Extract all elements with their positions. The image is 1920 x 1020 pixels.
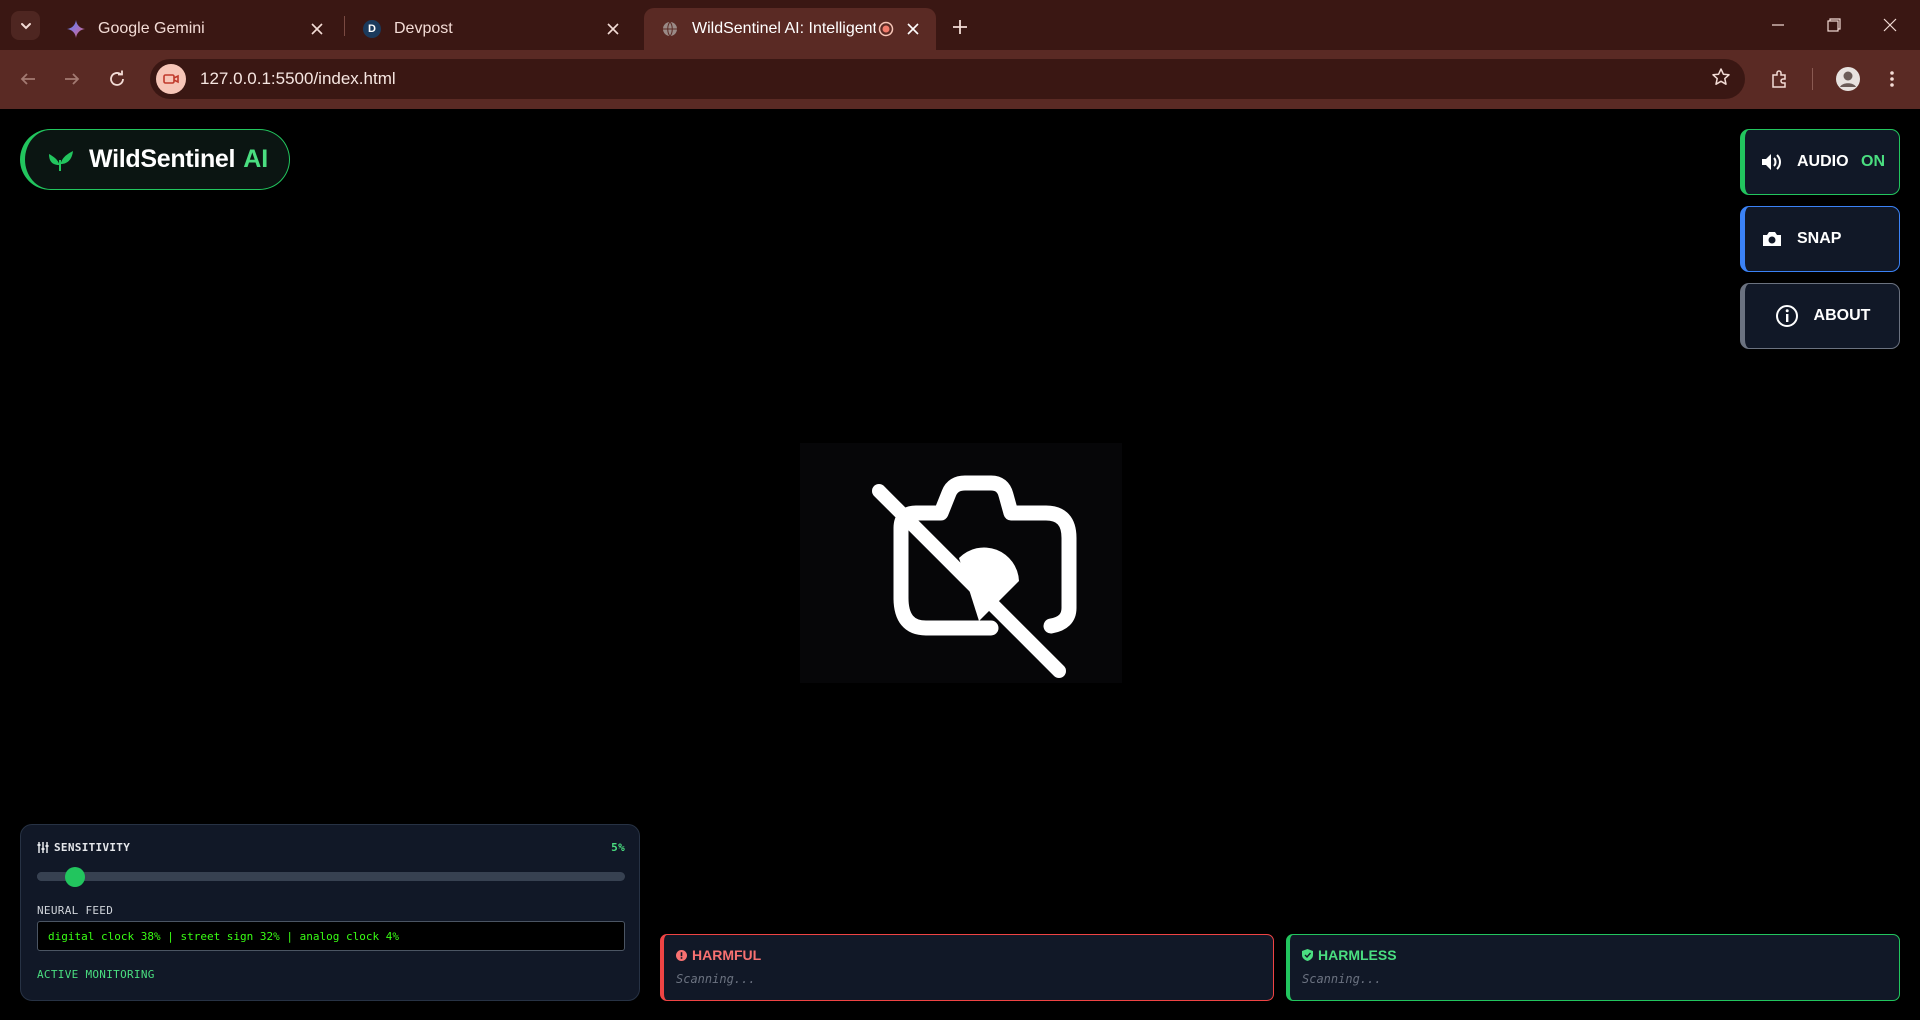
address-bar[interactable]: 127.0.0.1:5500/index.html xyxy=(150,59,1745,99)
harmful-header: HARMFUL xyxy=(676,947,761,963)
sensitivity-slider[interactable] xyxy=(37,867,625,887)
forward-button[interactable] xyxy=(56,63,88,95)
new-tab-button[interactable] xyxy=(946,13,974,41)
tab-google-gemini[interactable]: Google Gemini xyxy=(50,8,340,50)
speaker-icon xyxy=(1759,152,1785,172)
plus-icon xyxy=(953,20,967,34)
sensitivity-label: SENSITIVITY xyxy=(54,841,131,854)
bookmark-star-icon[interactable] xyxy=(1711,67,1731,92)
sensitivity-slider-fill xyxy=(37,872,67,881)
toolbar-divider xyxy=(1812,68,1813,90)
gemini-icon xyxy=(66,19,86,39)
tab-title: WildSentinel AI: Intelligent / xyxy=(692,20,876,37)
tab-separator xyxy=(344,16,345,36)
info-icon xyxy=(1774,304,1800,328)
about-label: ABOUT xyxy=(1813,307,1871,324)
close-icon xyxy=(1883,18,1897,32)
harmless-text: Scanning... xyxy=(1302,972,1382,986)
globe-icon xyxy=(660,19,680,39)
camera-feed-placeholder xyxy=(800,443,1122,683)
chevron-down-icon xyxy=(20,22,31,29)
logo-ai-text: AI xyxy=(243,145,269,173)
sensitivity-value: 5% xyxy=(611,841,625,854)
tab-title: Google Gemini xyxy=(98,20,205,37)
sensitivity-header: SENSITIVITY 5% xyxy=(37,841,625,854)
leaf-icon xyxy=(45,148,75,172)
url-text: 127.0.0.1:5500/index.html xyxy=(200,69,396,88)
profile-button[interactable] xyxy=(1832,63,1864,95)
minimize-button[interactable] xyxy=(1750,0,1806,50)
reload-button[interactable] xyxy=(101,63,133,95)
camera-off-icon xyxy=(872,475,1077,678)
harmless-panel: HARMLESS Scanning... xyxy=(1286,934,1900,1001)
arrow-right-icon xyxy=(65,73,80,85)
close-tab-icon[interactable] xyxy=(602,18,624,40)
app-viewport: WildSentinel AI AUDIO ON SNAP ABOUT SENS… xyxy=(0,109,1920,1020)
tab-devpost[interactable]: D Devpost xyxy=(346,8,636,50)
reload-icon xyxy=(110,70,124,86)
snap-button[interactable]: SNAP xyxy=(1740,206,1900,272)
recording-icon xyxy=(876,19,896,39)
audio-toggle-button[interactable]: AUDIO ON xyxy=(1740,129,1900,195)
kebab-menu-icon xyxy=(1890,71,1894,87)
tab-wildsentinel[interactable]: WildSentinel AI: Intelligent / xyxy=(644,8,936,50)
harmless-header: HARMLESS xyxy=(1302,947,1397,963)
sliders-icon xyxy=(37,842,49,853)
browser-menu-button[interactable] xyxy=(1876,63,1908,95)
sensitivity-slider-handle[interactable] xyxy=(65,867,86,887)
minimize-icon xyxy=(1772,24,1784,26)
sensitivity-panel: SENSITIVITY 5% NEURAL FEED digital clock… xyxy=(20,824,640,1001)
restore-button[interactable] xyxy=(1806,0,1862,50)
tab-search-button[interactable] xyxy=(11,11,40,40)
tab-title: Devpost xyxy=(394,20,453,37)
tab-strip: Google Gemini D Devpost WildSentinel AI:… xyxy=(0,0,1920,50)
harmless-label: HARMLESS xyxy=(1318,947,1397,963)
devpost-icon: D xyxy=(362,19,382,39)
audio-state: ON xyxy=(1861,153,1885,170)
close-window-button[interactable] xyxy=(1862,0,1918,50)
puzzle-icon xyxy=(1772,70,1786,88)
snap-label: SNAP xyxy=(1797,230,1842,247)
camera-icon xyxy=(1759,230,1785,248)
avatar xyxy=(1836,67,1860,91)
back-button[interactable] xyxy=(12,63,44,95)
extensions-button[interactable] xyxy=(1764,63,1796,95)
app-logo: WildSentinel AI xyxy=(20,129,290,190)
restore-icon xyxy=(1827,18,1841,32)
neural-feed-label: NEURAL FEED xyxy=(37,904,114,917)
monitoring-status: ACTIVE MONITORING xyxy=(37,968,155,981)
harmful-label: HARMFUL xyxy=(692,947,762,963)
harmful-panel: HARMFUL Scanning... xyxy=(660,934,1274,1001)
alert-circle-icon xyxy=(676,949,687,961)
close-tab-icon[interactable] xyxy=(902,18,924,40)
close-tab-icon[interactable] xyxy=(306,18,328,40)
logo-text: WildSentinel xyxy=(89,145,236,173)
audio-label: AUDIO xyxy=(1797,153,1849,170)
harmful-text: Scanning... xyxy=(676,972,756,986)
shield-check-icon xyxy=(1302,949,1313,961)
neural-feed-output: digital clock 38% | street sign 32% | an… xyxy=(37,921,625,951)
about-button[interactable]: ABOUT xyxy=(1740,283,1900,349)
arrow-left-icon xyxy=(20,73,35,85)
camera-in-use-icon[interactable] xyxy=(156,64,186,94)
